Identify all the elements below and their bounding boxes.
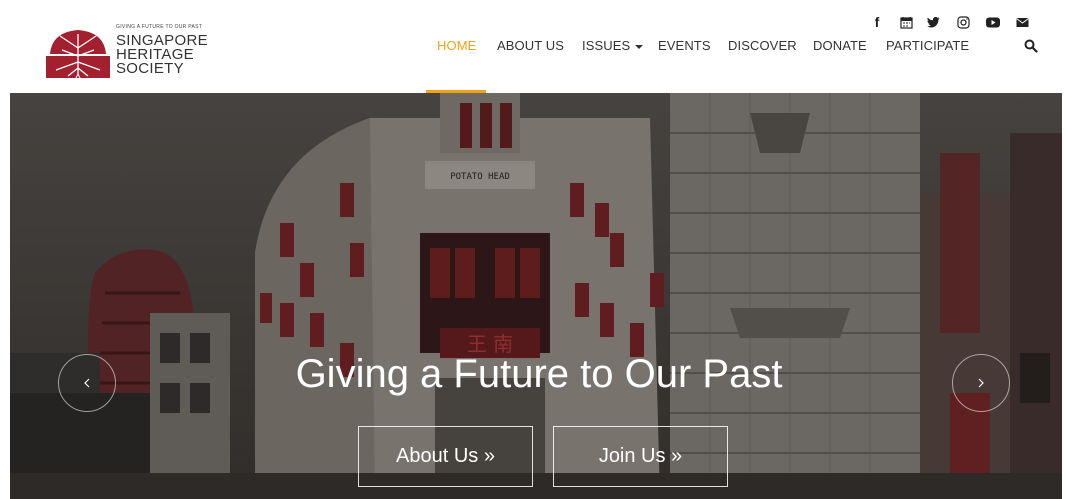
- heritage-tree-logo-icon: [46, 30, 110, 78]
- instagram-icon[interactable]: [953, 13, 973, 31]
- join-us-button[interactable]: Join Us »: [553, 426, 728, 487]
- slider-prev-button[interactable]: [58, 354, 116, 412]
- nav-discover[interactable]: DISCOVER: [728, 38, 797, 58]
- chevron-left-icon: [84, 378, 90, 388]
- site-header: GIVING A FUTURE TO OUR PAST SINGAPORE HE…: [10, 10, 1062, 93]
- twitter-icon[interactable]: [923, 13, 943, 31]
- nav-events[interactable]: EVENTS: [658, 38, 711, 58]
- logo-tagline: GIVING A FUTURE TO OUR PAST: [116, 24, 203, 30]
- facebook-icon[interactable]: f: [867, 13, 887, 31]
- nav-issues[interactable]: ISSUES: [582, 38, 644, 58]
- hero-headline: Giving a Future to Our Past: [295, 352, 783, 396]
- chevron-down-icon: [635, 44, 644, 49]
- search-icon[interactable]: [1024, 39, 1040, 55]
- slider-next-button[interactable]: [952, 354, 1010, 412]
- youtube-icon[interactable]: [983, 13, 1003, 31]
- chevron-right-icon: [978, 378, 984, 388]
- page: GIVING A FUTURE TO OUR PAST SINGAPORE HE…: [0, 0, 1067, 499]
- hero-dark-overlay: [10, 93, 1062, 499]
- about-us-button[interactable]: About Us »: [358, 426, 533, 487]
- nav-home[interactable]: HOME: [437, 38, 476, 58]
- envelope-icon[interactable]: [1012, 13, 1032, 31]
- nav-participate[interactable]: PARTICIPATE: [886, 38, 969, 58]
- nav-issues-label: ISSUES: [582, 38, 631, 53]
- hero-slider: POTATO HEAD 王 南 Giving a Future to Our P…: [10, 93, 1062, 499]
- nav-about-us[interactable]: ABOUT US: [497, 38, 564, 58]
- logo-word-society: SOCIETY: [116, 60, 184, 77]
- nav-donate[interactable]: DONATE: [813, 38, 867, 58]
- calendar-icon[interactable]: [896, 13, 916, 31]
- site-logo[interactable]: GIVING A FUTURE TO OUR PAST SINGAPORE HE…: [46, 22, 216, 82]
